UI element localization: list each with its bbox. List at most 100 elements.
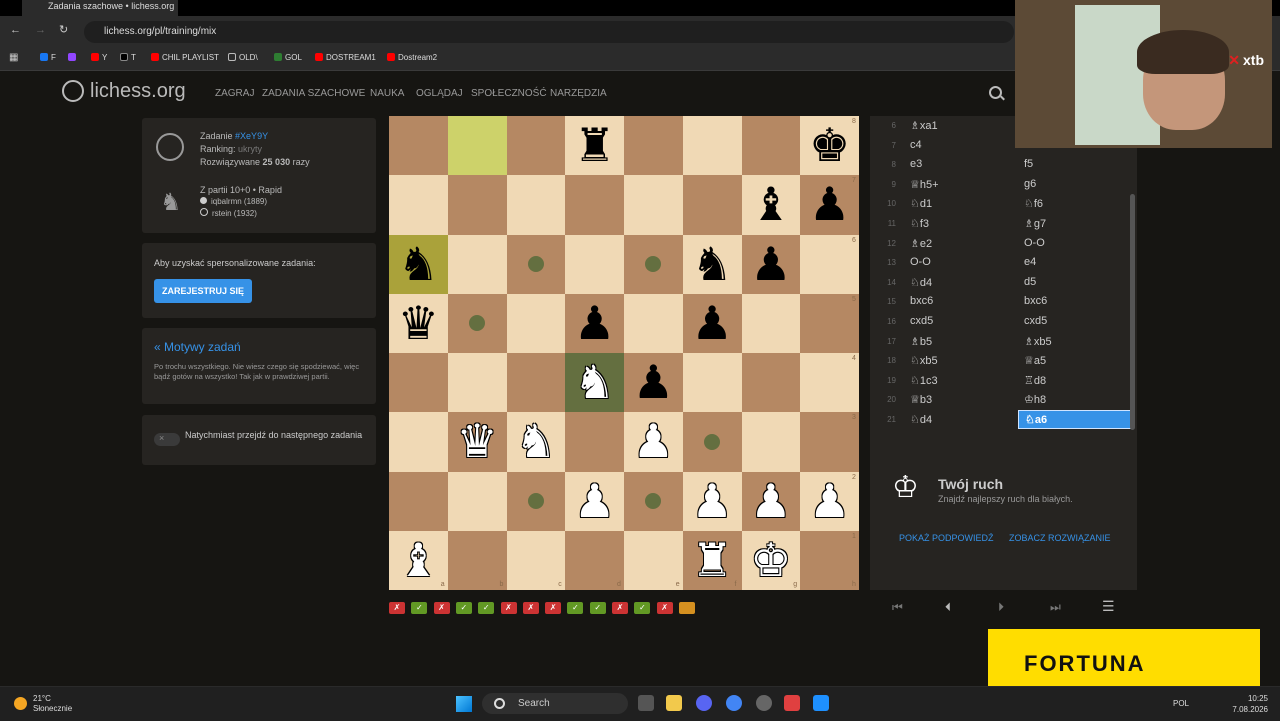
failed-icon[interactable]: ✗ — [522, 602, 539, 614]
solved-icon[interactable]: ✓ — [478, 602, 495, 614]
app-icon[interactable] — [813, 695, 829, 711]
theme-title-link[interactable]: « Motywy zadań — [154, 340, 241, 354]
signup-button[interactable]: ZAREJESTRUJ SIĘ — [154, 279, 252, 303]
square-e1[interactable] — [624, 530, 683, 590]
search-icon[interactable] — [989, 86, 1002, 99]
white-pawn-piece[interactable]: ♟ — [742, 472, 801, 531]
failed-icon[interactable]: ✗ — [656, 602, 673, 614]
failed-icon[interactable]: ✗ — [612, 602, 628, 614]
square-c5[interactable] — [506, 293, 566, 353]
white-knight-piece[interactable]: ♞ — [565, 353, 624, 412]
moves-scrollbar[interactable] — [1130, 194, 1135, 430]
back-icon[interactable]: ← — [10, 24, 21, 36]
nav-zadania[interactable]: ZADANIA SZACHOWE — [262, 88, 365, 99]
black-pawn-piece[interactable]: ♟ — [683, 294, 742, 353]
square-e8[interactable] — [624, 116, 683, 176]
square-b4[interactable] — [447, 353, 507, 413]
autonext-toggle[interactable]: × — [154, 433, 180, 446]
black-pawn-piece[interactable]: ♟ — [565, 294, 624, 353]
white-move[interactable]: ♗b5 — [910, 335, 932, 348]
solved-icon[interactable]: ✓ — [567, 602, 584, 614]
black-pawn-piece[interactable]: ♟ — [624, 353, 683, 412]
failed-icon[interactable]: ✗ — [389, 602, 405, 614]
site-logo[interactable]: lichess.org — [62, 80, 186, 103]
solved-icon[interactable]: ✓ — [634, 602, 651, 614]
square-a8[interactable] — [389, 116, 448, 176]
white-player-link[interactable]: iqbalrmn (1889) — [211, 197, 267, 206]
square-g3[interactable] — [741, 412, 801, 472]
square-b6[interactable] — [447, 234, 507, 294]
hint-button[interactable]: POKAŻ PODPOWIEDŹ — [899, 533, 994, 543]
square-h4[interactable] — [800, 353, 859, 413]
solved-icon[interactable]: ✓ — [411, 602, 428, 614]
prev-move-icon[interactable]: ⏴ — [945, 600, 951, 615]
bookmark[interactable]: Dostream2 — [387, 53, 437, 62]
square-e5[interactable] — [624, 293, 683, 353]
black-move[interactable]: g6 — [1024, 178, 1036, 190]
app-icon[interactable] — [784, 695, 800, 711]
menu-icon[interactable]: ☰ — [1102, 598, 1115, 615]
chrome-icon[interactable] — [726, 695, 742, 711]
bookmark[interactable]: F — [40, 53, 56, 62]
square-b2[interactable] — [447, 471, 507, 531]
task-view-icon[interactable] — [638, 695, 654, 711]
clock[interactable]: 10:25 7.08.2026 — [1232, 693, 1268, 715]
white-move[interactable]: cxd5 — [910, 315, 933, 327]
square-c1[interactable] — [506, 530, 566, 590]
black-rook-piece[interactable]: ♜ — [565, 116, 624, 175]
white-move[interactable]: ♘d1 — [910, 197, 932, 210]
black-move[interactable]: ♕a5 — [1024, 354, 1046, 367]
solved-icon[interactable]: ✓ — [455, 602, 472, 614]
failed-icon[interactable]: ✗ — [433, 602, 450, 614]
black-bishop-piece[interactable]: ♝ — [742, 175, 801, 234]
bookmark[interactable]: GOL — [274, 53, 302, 62]
black-pawn-piece[interactable]: ♟ — [800, 175, 859, 234]
browser-tab[interactable]: Zadania szachowe • lichess.org — [22, 0, 178, 16]
white-knight-piece[interactable]: ♞ — [507, 412, 566, 471]
square-a3[interactable] — [389, 412, 448, 472]
white-move[interactable]: c4 — [910, 139, 922, 151]
white-queen-piece[interactable]: ♛ — [448, 412, 507, 471]
white-move[interactable]: ♘xb5 — [910, 354, 938, 367]
black-move[interactable]: ♘f6 — [1024, 197, 1043, 210]
square-h1[interactable] — [800, 530, 859, 590]
last-move-icon[interactable]: ⏭ — [1050, 600, 1061, 615]
move-dest-dot[interactable] — [704, 433, 721, 450]
square-d3[interactable] — [565, 412, 624, 472]
nav-zagraj[interactable]: ZAGRAJ — [215, 88, 254, 99]
bookmark[interactable]: DOSTREAM1 — [315, 53, 376, 62]
white-rook-piece[interactable]: ♜ — [683, 531, 742, 590]
white-move[interactable]: ♕h5+ — [910, 178, 939, 191]
failed-icon[interactable]: ✗ — [500, 602, 517, 614]
black-move[interactable]: e4 — [1024, 256, 1036, 268]
square-d6[interactable] — [565, 234, 624, 294]
white-move[interactable]: bxc6 — [910, 295, 933, 307]
white-king-piece[interactable]: ♚ — [742, 531, 801, 590]
white-bishop-piece[interactable]: ♝ — [389, 531, 448, 590]
white-move[interactable]: ♕b3 — [910, 393, 932, 406]
square-c4[interactable] — [506, 353, 566, 413]
square-d7[interactable] — [565, 175, 624, 235]
square-a4[interactable] — [389, 353, 448, 413]
square-h5[interactable] — [800, 293, 859, 353]
black-move[interactable]: O-O — [1024, 237, 1045, 249]
square-g5[interactable] — [741, 293, 801, 353]
square-c8[interactable] — [506, 116, 566, 176]
black-pawn-piece[interactable]: ♟ — [742, 235, 801, 294]
chessboard[interactable]: ♜ ♚ ♝ ♟ ♞ ♞ ♟ ♛ ♟ ♟ ♞ ♟ ♛ ♞ ♟ ♟ ♟ ♟ ♟ ♝ ♜ ♚ a b c d e f g h 1 2 3 4 5 6 7 8 — [389, 116, 859, 590]
black-knight-piece[interactable]: ♞ — [683, 235, 742, 294]
bookmark[interactable]: T — [120, 53, 136, 62]
nav-ogladaj[interactable]: OGLĄDAJ — [416, 88, 463, 99]
white-pawn-piece[interactable]: ♟ — [565, 472, 624, 531]
white-move[interactable]: ♘1c3 — [910, 374, 938, 387]
square-h6[interactable] — [800, 234, 859, 294]
language-indicator[interactable]: POL — [1173, 699, 1189, 708]
move-dest-dot[interactable] — [527, 493, 544, 510]
apps-icon[interactable]: ▦ — [9, 52, 18, 63]
square-f4[interactable] — [682, 353, 742, 413]
url-field[interactable]: lichess.org/pl/training/mix — [84, 21, 1014, 43]
white-move[interactable]: ♗xa1 — [910, 119, 938, 132]
bookmark[interactable] — [68, 53, 79, 62]
black-move[interactable]: ♔h8 — [1024, 393, 1046, 406]
forward-icon[interactable]: → — [35, 24, 46, 36]
